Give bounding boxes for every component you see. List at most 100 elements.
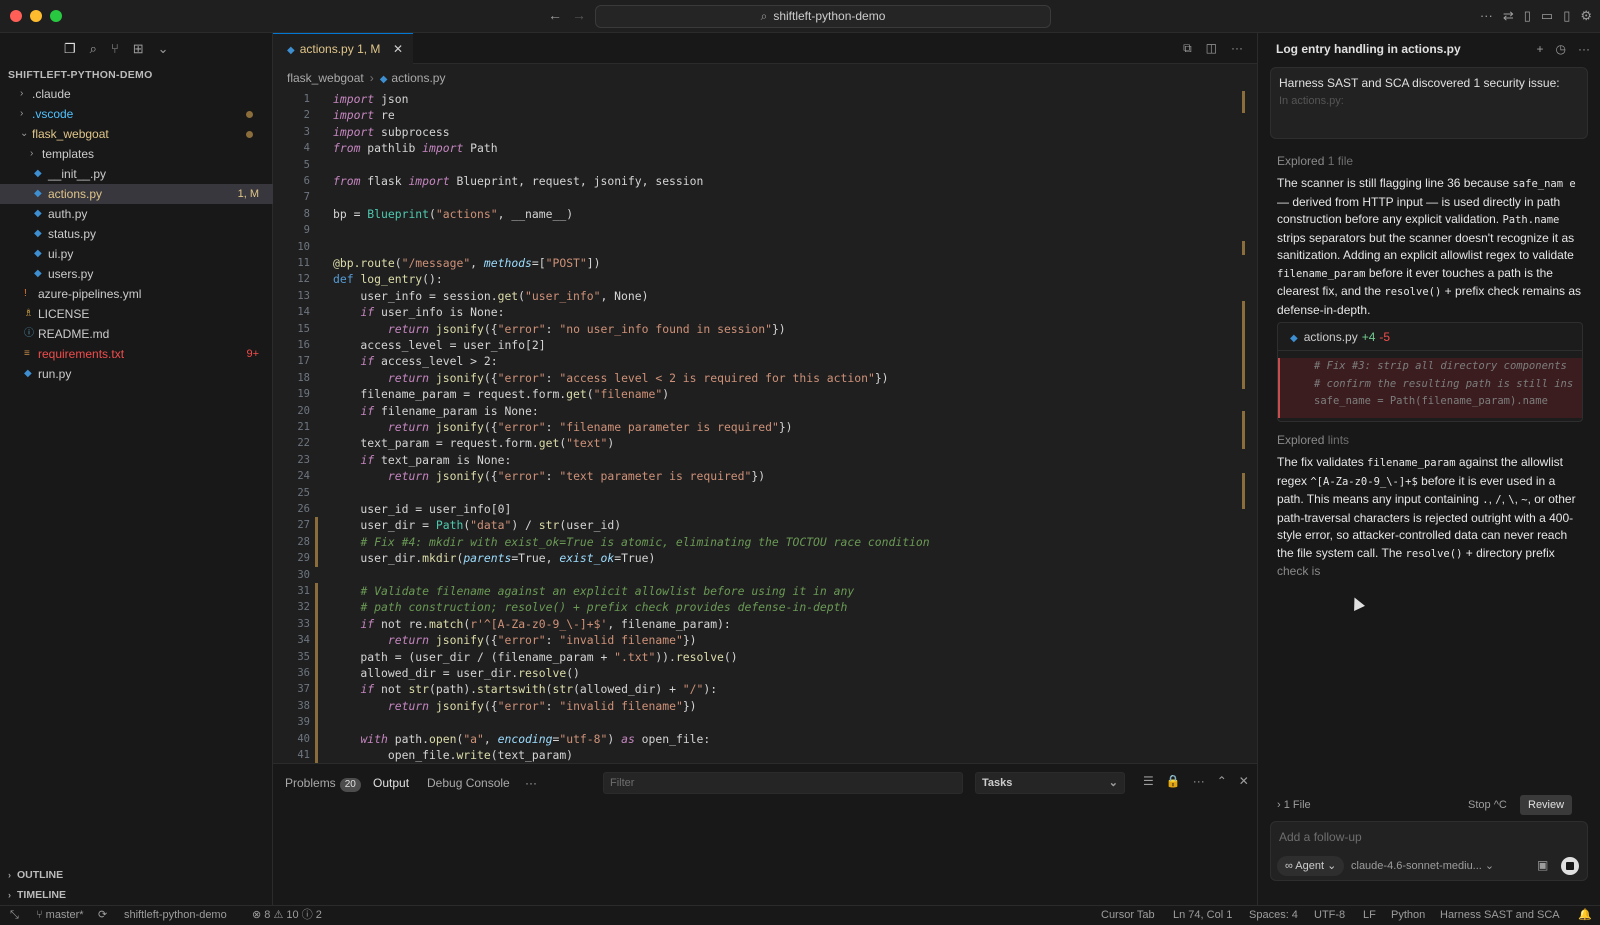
notifications-bell-icon[interactable]: 🔔 — [1578, 906, 1592, 925]
search-icon[interactable]: ⌕ — [90, 41, 97, 57]
code-line: 21 return jsonify({"error": "filename pa… — [273, 419, 1257, 435]
code-line: 10 — [273, 239, 1257, 255]
file-tree-item[interactable]: ⓘ README.md — [0, 324, 273, 344]
modified-gutter-marker[interactable] — [315, 583, 318, 763]
stop-generation-button[interactable] — [1561, 857, 1579, 875]
explored-files-step[interactable]: Explored 1 file — [1277, 154, 1353, 168]
file-tree-item[interactable]: ◆ ui.py — [0, 244, 273, 264]
line-number: 24 — [297, 470, 310, 483]
file-tree-item[interactable]: › .claude — [0, 84, 273, 104]
history-icon[interactable]: ◷ — [1556, 42, 1566, 56]
close-window-button[interactable] — [10, 10, 22, 22]
explored-lints-step[interactable]: Explored lints — [1277, 433, 1349, 447]
timeline-section[interactable]: › TIMELINE — [0, 885, 273, 905]
code-line: 14 if user_info is None: — [273, 304, 1257, 320]
output-filter-input[interactable]: Filter — [603, 772, 963, 794]
model-select[interactable]: claude-4.6-sonnet-mediu... ⌄ — [1351, 856, 1494, 876]
diff-file-name: actions.py — [1303, 330, 1358, 344]
file-tree-item[interactable]: ! azure-pipelines.yml — [0, 284, 273, 304]
file-tree-item[interactable]: › .vscode — [0, 104, 273, 124]
file-tree-item[interactable]: ⌄ flask_webgoat — [0, 124, 273, 144]
file-tree-item[interactable]: › templates — [0, 144, 273, 164]
toggle-panel-icon[interactable]: ▭ — [1541, 8, 1553, 24]
new-chat-icon[interactable]: + — [1537, 42, 1544, 56]
command-center-search[interactable]: ⌕ shiftleft-python-demo — [595, 5, 1051, 28]
close-panel-icon[interactable]: ✕ — [1239, 774, 1249, 788]
file-tree-item[interactable]: ◆ run.py — [0, 364, 273, 384]
diff-card-header[interactable]: ◆ actions.py +4 -5 — [1278, 323, 1582, 351]
outline-section[interactable]: › OUTLINE — [0, 865, 273, 885]
more-icon[interactable]: ··· — [1578, 42, 1590, 56]
code-editor[interactable]: 1 import json 2 import re 3 import subprocess… — [273, 91, 1257, 763]
code-text: import subprocess — [333, 124, 450, 139]
review-button[interactable]: Review — [1520, 795, 1573, 815]
encoding-setting[interactable]: UTF-8 — [1314, 906, 1345, 925]
code-line: 32 # path construction; resolve() + pref… — [273, 599, 1257, 615]
breadcrumb-folder[interactable]: flask_webgoat — [287, 71, 364, 85]
editor-tab-actions-py[interactable]: ◆ actions.py 1, M ✕ — [273, 33, 413, 64]
editor-tab-bar: ◆ actions.py 1, M ✕ ⧉ ◫ ··· — [273, 33, 1257, 64]
output-channel-select[interactable]: Tasks ⌄ — [975, 772, 1125, 794]
more-actions-icon[interactable]: ··· — [1231, 41, 1243, 56]
indentation-setting[interactable]: Spaces: 4 — [1249, 906, 1298, 925]
more-icon[interactable]: ··· — [1193, 774, 1205, 788]
language-mode[interactable]: Python — [1391, 906, 1425, 925]
maximize-window-button[interactable] — [50, 10, 62, 22]
open-changes-icon[interactable]: ⧉ — [1183, 41, 1192, 56]
file-tree-item[interactable]: ◆ actions.py 1, M — [0, 184, 273, 204]
line-number: 27 — [297, 519, 310, 532]
source-control-icon[interactable]: ⑂ — [111, 41, 119, 57]
follow-up-input[interactable]: Add a follow-up ∞ Agent ⌄ claude-4.6-son… — [1270, 821, 1588, 881]
scrollbar-change-markers[interactable] — [1242, 91, 1245, 763]
stop-button[interactable]: Stop ^C — [1468, 799, 1507, 811]
cursor-position[interactable]: Ln 74, Col 1 — [1173, 906, 1232, 925]
diff-card[interactable]: ◆ actions.py +4 -5 # Fix #3: strip all dire… — [1277, 322, 1583, 422]
word-wrap-icon[interactable]: ☰ — [1143, 774, 1154, 788]
file-tree-item[interactable]: ♗ LICENSE — [0, 304, 273, 324]
explorer-icon[interactable]: ❐ — [64, 41, 76, 57]
modified-gutter-marker[interactable] — [315, 517, 318, 567]
line-number: 10 — [297, 240, 310, 253]
cursor-tab-status[interactable]: Cursor Tab — [1101, 906, 1155, 925]
more-icon[interactable]: ··· — [1480, 8, 1493, 24]
code-line: 6 from flask import Blueprint, request, j… — [273, 173, 1257, 189]
tab-problems[interactable]: Problems 20 — [285, 776, 361, 792]
forward-arrow-icon[interactable]: → — [572, 7, 586, 23]
file-tree-item[interactable]: ◆ status.py — [0, 224, 273, 244]
changed-files-toggle[interactable]: › 1 File — [1277, 799, 1311, 811]
remote-icon[interactable]: ⤡ — [10, 906, 19, 925]
toggle-secondary-sidebar-icon[interactable]: ▯ — [1563, 8, 1570, 24]
settings-gear-icon[interactable]: ⚙ — [1580, 8, 1592, 24]
breadcrumb-file[interactable]: actions.py — [391, 71, 445, 85]
panel-more-tabs[interactable]: ··· — [525, 776, 537, 790]
minimize-window-button[interactable] — [30, 10, 42, 22]
problems-indicator[interactable]: ⊗ 8 ⚠ 10 ⓘ 2 — [252, 906, 322, 925]
maximize-panel-icon[interactable]: ⌃ — [1217, 774, 1227, 788]
back-arrow-icon[interactable]: ← — [548, 7, 562, 23]
file-tree-item[interactable]: ◆ auth.py — [0, 204, 273, 224]
image-attach-icon[interactable]: ▣ — [1537, 858, 1548, 872]
file-tree-item[interactable]: ≡ requirements.txt 9+ — [0, 344, 273, 364]
tab-output[interactable]: Output — [373, 776, 409, 790]
python-file-icon: ◆ — [34, 248, 42, 259]
code-text: access_level = user_info[2] — [333, 338, 546, 352]
extension-status[interactable]: Harness SAST and SCA — [1440, 906, 1560, 925]
agent-mode-select[interactable]: ∞ Agent ⌄ — [1277, 856, 1345, 876]
explorer-root-title[interactable]: SHIFTLEFT-PYTHON-DEMO — [8, 69, 153, 81]
branch-indicator[interactable]: ⑂ master* — [36, 906, 84, 925]
sync-icon[interactable]: ⟳ — [98, 906, 107, 925]
sync-icon[interactable]: ⇄ — [1503, 8, 1514, 24]
split-editor-icon[interactable]: ◫ — [1206, 41, 1217, 56]
eol-setting[interactable]: LF — [1363, 906, 1376, 925]
file-tree-item[interactable]: ◆ users.py — [0, 264, 273, 284]
close-tab-icon[interactable]: ✕ — [393, 34, 403, 64]
line-number: 40 — [297, 732, 310, 745]
file-tree-item[interactable]: ◆ __init__.py — [0, 164, 273, 184]
lock-icon[interactable]: 🔒 — [1166, 774, 1181, 788]
code-text: # path construction; resolve() + prefix … — [360, 600, 848, 615]
chevron-down-icon[interactable]: ⌄ — [158, 41, 169, 57]
toggle-sidebar-icon[interactable]: ▯ — [1524, 8, 1531, 24]
code-line: 22 text_param = request.form.get("text") — [273, 435, 1257, 451]
tab-debug-console[interactable]: Debug Console — [427, 776, 510, 790]
extensions-icon[interactable]: ⊞ — [133, 41, 144, 57]
